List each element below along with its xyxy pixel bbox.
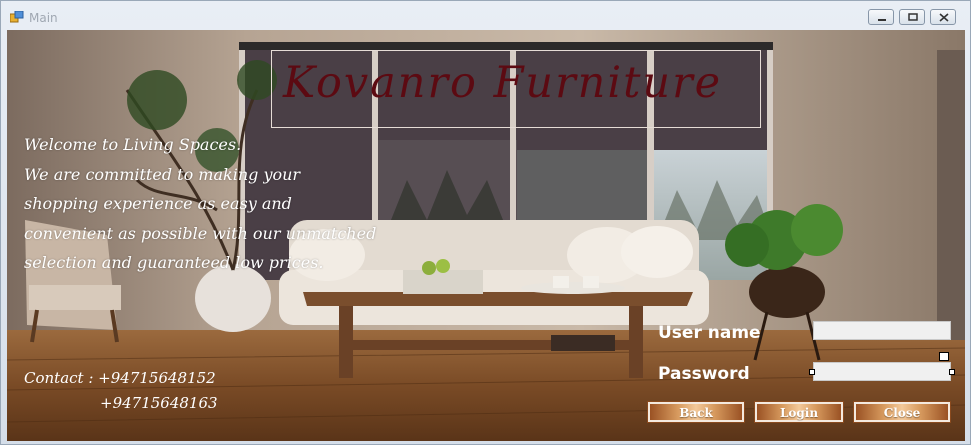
app-icon [10,11,24,23]
username-input[interactable] [813,321,951,340]
welcome-line: convenient as possible with our unmatche… [24,223,377,243]
close-icon [939,13,949,22]
welcome-line: shopping experience as easy and [24,194,292,213]
contact-info: Contact : +94715648152 +94715648163 [24,366,218,416]
main-window: Main Kovanro Furniture Welcome to Living… [0,0,971,445]
resize-handle-left[interactable] [809,369,815,375]
close-window-button[interactable] [930,9,956,25]
minimize-icon [878,19,886,21]
welcome-text: Welcome to Living Spaces. We are committ… [24,130,494,278]
username-label: User name [658,323,761,343]
welcome-line: selection and guaranteed low prices. [24,253,324,272]
back-button[interactable]: Back [647,401,745,423]
contact-line-2: +94715648163 [100,394,218,412]
welcome-line: Welcome to Living Spaces. [24,135,242,154]
resize-handle-right[interactable] [949,369,955,375]
password-label: Password [658,364,750,384]
title-bar[interactable]: Main [1,1,970,31]
page-title: Kovanro Furniture [283,58,723,108]
close-button[interactable]: Close [853,401,951,423]
maximize-button[interactable] [899,9,925,25]
maximize-icon [908,13,918,21]
login-button[interactable]: Login [754,401,844,423]
smart-tag-arrow-icon[interactable] [939,352,949,361]
welcome-line: We are committed to making your [24,164,301,184]
minimize-button[interactable] [868,9,894,25]
password-input[interactable] [813,362,951,381]
form-client-area: Kovanro Furniture Welcome to Living Spac… [7,30,965,441]
contact-line-1: Contact : +94715648152 [24,369,216,387]
window-title: Main [29,11,58,25]
